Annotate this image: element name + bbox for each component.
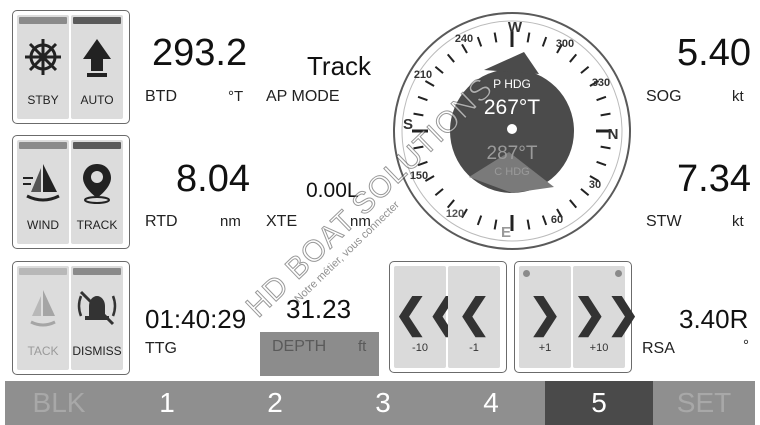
compass-center-dot — [507, 124, 517, 134]
rsa-value: 3.40R — [679, 304, 749, 334]
starboard-1-label: +1 — [538, 342, 552, 354]
ttg-label: TTG — [145, 340, 177, 357]
btd-unit: °T — [228, 88, 244, 105]
wind-indicator — [19, 142, 67, 149]
tack-button[interactable]: TACK — [17, 266, 69, 370]
second-heading-label: C HDG — [494, 166, 529, 178]
auto-label: AUTO — [80, 93, 114, 107]
mode-panel-top: STBY AUTO — [12, 10, 130, 124]
chevron-left-icon: ❮ — [457, 292, 491, 336]
dismiss-label: DISMISS — [72, 344, 122, 358]
cardinal-n: N — [608, 126, 619, 143]
rsa-unit: ° — [743, 337, 749, 354]
starboard-10-button[interactable]: ❯❯ +10 — [573, 266, 641, 368]
sog-unit: kt — [732, 88, 744, 105]
tick-240: 240 — [455, 33, 473, 45]
port-10-label: -10 — [412, 342, 428, 354]
rtd-unit: nm — [220, 213, 241, 230]
mode-panel-middle: WIND TRACK — [12, 135, 130, 249]
alarm-off-icon — [71, 286, 123, 330]
steer-starboard-panel: ❯ +1 ❯❯ +10 — [514, 261, 641, 373]
blk-button[interactable]: BLK — [5, 381, 113, 425]
tick-150: 150 — [410, 170, 428, 182]
ap-mode-label: AP MODE — [266, 88, 340, 105]
cardinal-w: W — [508, 19, 523, 36]
chevron-right-icon: ❯ — [528, 292, 562, 336]
cardinal-e: E — [501, 224, 511, 241]
starboard-10-label: +10 — [589, 342, 609, 354]
tick-300: 300 — [556, 38, 574, 50]
btd-value: 293.2 — [152, 32, 248, 74]
ap-mode-value: Track — [307, 51, 372, 81]
port-1-button[interactable]: ❮ -1 — [448, 266, 500, 368]
stby-indicator — [19, 17, 67, 24]
second-heading-value: 287°T — [487, 143, 538, 164]
steer-port-panel: ❮❮ -10 ❮ -1 — [389, 261, 507, 373]
ttg-value: 01:40:29 — [145, 304, 247, 334]
preset-4-button[interactable]: 4 — [437, 381, 545, 425]
tick-60: 60 — [551, 214, 563, 226]
mode-panel-bottom: TACK DISMISS — [12, 261, 130, 375]
preset-2-button[interactable]: 2 — [221, 381, 329, 425]
arrow-up-icon — [71, 35, 123, 79]
compass-rose: P HDG 267°T 287°T C HDG W N E S 240 300 … — [393, 12, 631, 250]
helm-wheel-icon — [17, 35, 69, 79]
port-1-label: -1 — [469, 342, 479, 354]
stby-button[interactable]: STBY — [17, 15, 69, 119]
btd-label: BTD — [145, 88, 177, 105]
tick-330: 330 — [592, 77, 610, 89]
double-chevron-left-icon: ❮❮ — [394, 292, 462, 336]
auto-indicator — [73, 17, 121, 24]
wind-button[interactable]: WIND — [17, 140, 69, 244]
phdg-value: 267°T — [484, 96, 540, 119]
tack-label: TACK — [27, 344, 59, 358]
track-button[interactable]: TRACK — [71, 140, 123, 244]
sog-value: 5.40 — [677, 32, 751, 74]
sog-label: SOG — [646, 88, 682, 105]
preset-3-button[interactable]: 3 — [329, 381, 437, 425]
sail-wind-icon — [17, 160, 69, 204]
track-indicator — [73, 142, 121, 149]
tick-210: 210 — [414, 69, 432, 81]
auto-button[interactable]: AUTO — [71, 15, 123, 119]
starboard-1-button[interactable]: ❯ +1 — [519, 266, 571, 368]
double-chevron-right-icon: ❯❯ — [573, 292, 641, 336]
preset-1-button[interactable]: 1 — [113, 381, 221, 425]
depth-label: DEPTH — [272, 338, 327, 355]
xte-value: 0.00L — [306, 179, 359, 202]
dismiss-button[interactable]: DISMISS — [71, 266, 123, 370]
rtd-value: 8.04 — [176, 158, 250, 200]
dismiss-indicator — [73, 268, 121, 275]
starboard-status-dot-left — [523, 270, 530, 277]
preset-5-button[interactable]: 5 — [545, 381, 653, 425]
track-label: TRACK — [76, 218, 118, 232]
tick-120: 120 — [446, 208, 464, 220]
stby-label: STBY — [27, 93, 59, 107]
set-button[interactable]: SET — [653, 381, 755, 425]
cardinal-s: S — [403, 116, 413, 133]
tick-30: 30 — [589, 179, 601, 191]
stw-label: STW — [646, 213, 682, 230]
xte-label: XTE — [266, 213, 298, 230]
xte-unit: nm — [350, 213, 371, 230]
tack-sail-icon — [17, 286, 69, 330]
stw-unit: kt — [732, 213, 744, 230]
rsa-label: RSA — [642, 340, 675, 357]
tack-indicator — [19, 268, 67, 275]
wind-label: WIND — [27, 218, 59, 232]
stw-value: 7.34 — [677, 158, 751, 200]
depth-unit: ft — [358, 338, 367, 355]
rtd-label: RTD — [145, 213, 178, 230]
port-10-button[interactable]: ❮❮ -10 — [394, 266, 462, 368]
starboard-status-dot-right — [615, 270, 622, 277]
depth-value: 31.23 — [286, 294, 352, 324]
track-waypoint-icon — [71, 160, 123, 204]
phdg-label: P HDG — [493, 77, 531, 91]
